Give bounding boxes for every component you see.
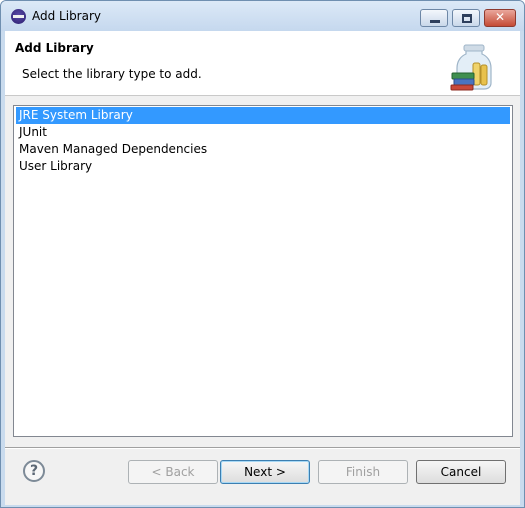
title-bar[interactable]: Add Library ✕ bbox=[1, 1, 524, 31]
eclipse-icon bbox=[11, 9, 26, 24]
dialog-body: Add Library Select the library type to a… bbox=[5, 31, 520, 505]
library-type-list[interactable]: JRE System Library JUnit Maven Managed D… bbox=[13, 105, 513, 437]
minimize-button[interactable] bbox=[420, 9, 448, 27]
back-button[interactable]: < Back bbox=[128, 460, 218, 484]
list-item-junit[interactable]: JUnit bbox=[16, 124, 510, 141]
list-item-jre-system-library[interactable]: JRE System Library bbox=[16, 107, 510, 124]
maximize-button[interactable] bbox=[452, 9, 480, 27]
cancel-button[interactable]: Cancel bbox=[416, 460, 506, 484]
next-button[interactable]: Next > bbox=[220, 460, 310, 484]
window-title: Add Library bbox=[32, 9, 102, 23]
finish-button[interactable]: Finish bbox=[318, 460, 408, 484]
page-description: Select the library type to add. bbox=[22, 67, 202, 81]
close-button[interactable]: ✕ bbox=[484, 9, 516, 27]
maximize-icon bbox=[462, 14, 472, 23]
close-icon: ✕ bbox=[494, 10, 506, 24]
help-icon[interactable]: ? bbox=[23, 460, 45, 482]
minimize-icon bbox=[430, 20, 440, 23]
page-title: Add Library bbox=[15, 41, 94, 55]
library-jar-icon bbox=[450, 44, 492, 91]
add-library-dialog: Add Library ✕ Add Library Select the lib… bbox=[0, 0, 525, 508]
list-item-user-library[interactable]: User Library bbox=[16, 158, 510, 175]
list-item-maven-managed-dependencies[interactable]: Maven Managed Dependencies bbox=[16, 141, 510, 158]
footer-divider bbox=[5, 447, 520, 449]
wizard-header: Add Library Select the library type to a… bbox=[5, 31, 520, 96]
